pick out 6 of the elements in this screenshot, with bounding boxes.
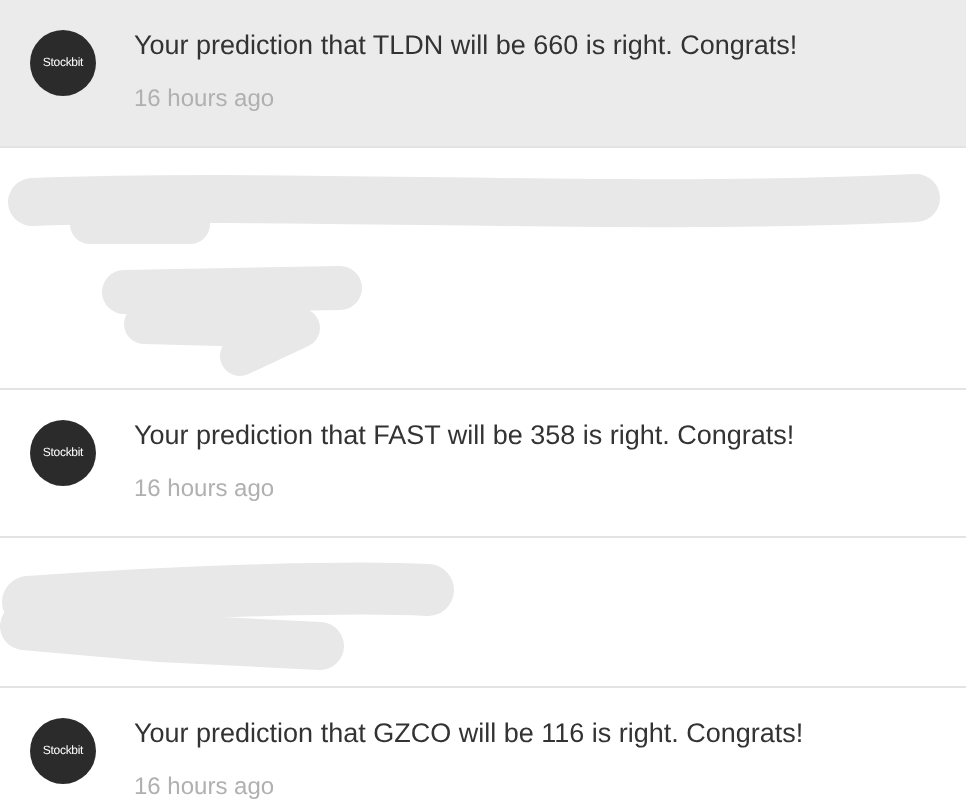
notification-message: Your prediction that GZCO will be 116 is right. Congrats! (134, 716, 804, 752)
notification-message: Your prediction that FAST will be 358 is right. Congrats! (134, 418, 795, 454)
timestamp: 16 hours ago (134, 474, 277, 502)
notification-message: Your prediction that TLDN will be 660 is right. Congrats! (134, 28, 798, 64)
timestamp: 16 hours ago (134, 772, 277, 800)
timestamp: 16 hours ago (134, 84, 277, 112)
